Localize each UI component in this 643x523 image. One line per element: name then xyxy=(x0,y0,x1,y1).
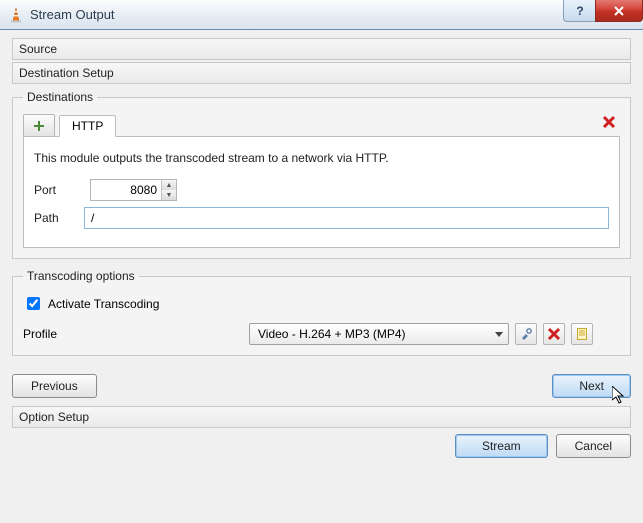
http-tab-panel: This module outputs the transcoded strea… xyxy=(23,137,620,248)
x-red-icon xyxy=(547,327,561,341)
close-button[interactable] xyxy=(595,0,643,22)
stream-button[interactable]: Stream xyxy=(455,434,548,458)
window-controls: ? xyxy=(563,0,643,22)
port-down-button[interactable]: ▼ xyxy=(162,190,176,200)
edit-profile-button[interactable] xyxy=(515,323,537,345)
http-tab[interactable]: HTTP xyxy=(59,115,116,137)
path-input[interactable] xyxy=(84,207,609,229)
http-tab-label: HTTP xyxy=(72,119,103,133)
activate-transcoding-label: Activate Transcoding xyxy=(48,297,159,311)
port-input[interactable] xyxy=(91,180,161,200)
destination-section-header[interactable]: Destination Setup xyxy=(12,62,631,84)
delete-profile-button[interactable] xyxy=(543,323,565,345)
plus-icon xyxy=(32,119,46,133)
transcoding-legend: Transcoding options xyxy=(23,269,139,283)
new-profile-button[interactable] xyxy=(571,323,593,345)
next-button[interactable]: Next xyxy=(552,374,631,398)
port-up-button[interactable]: ▲ xyxy=(162,180,176,190)
remove-destination-button[interactable] xyxy=(602,115,616,132)
svg-text:?: ? xyxy=(576,5,583,17)
destinations-group: Destinations HTTP This module outputs th… xyxy=(12,90,631,259)
http-description: This module outputs the transcoded strea… xyxy=(34,151,609,165)
previous-button[interactable]: Previous xyxy=(12,374,97,398)
profile-label: Profile xyxy=(23,327,243,341)
vlc-cone-icon xyxy=(8,7,24,23)
port-stepper[interactable]: ▲ ▼ xyxy=(90,179,177,201)
path-label: Path xyxy=(34,211,84,225)
tools-icon xyxy=(519,327,533,341)
profile-value: Video - H.264 + MP3 (MP4) xyxy=(258,327,406,341)
add-destination-tab[interactable] xyxy=(23,114,55,136)
cancel-button[interactable]: Cancel xyxy=(556,434,631,458)
option-section-header[interactable]: Option Setup xyxy=(12,406,631,428)
document-icon xyxy=(575,327,589,341)
chevron-down-icon xyxy=(494,327,504,344)
help-button[interactable]: ? xyxy=(563,0,595,22)
x-red-icon xyxy=(602,115,616,129)
destinations-legend: Destinations xyxy=(23,90,97,104)
window-titlebar: Stream Output ? xyxy=(0,0,643,30)
profile-combobox[interactable]: Video - H.264 + MP3 (MP4) xyxy=(249,323,509,345)
port-label: Port xyxy=(34,183,84,197)
activate-transcoding-checkbox[interactable] xyxy=(27,297,40,310)
source-section-header[interactable]: Source xyxy=(12,38,631,60)
transcoding-group: Transcoding options Activate Transcoding… xyxy=(12,269,631,356)
destinations-tabs: HTTP xyxy=(23,114,620,137)
window-title: Stream Output xyxy=(30,7,115,22)
